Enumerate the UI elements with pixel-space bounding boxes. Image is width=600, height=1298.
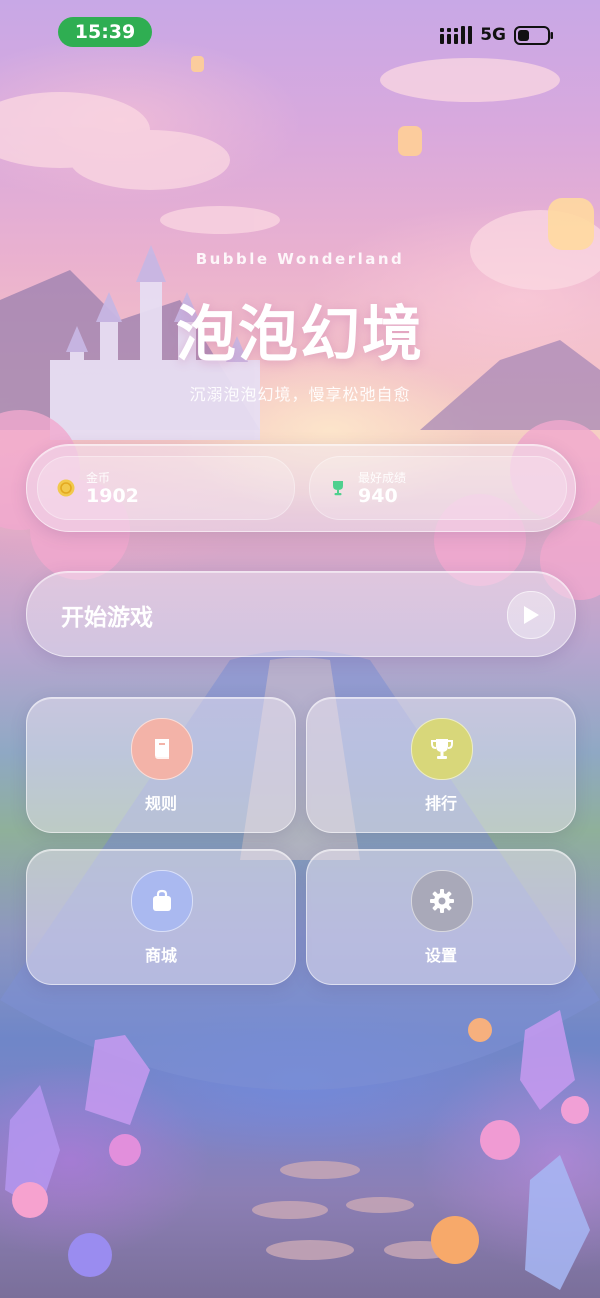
stats-panel: 金币 1902 最好成绩 940: [26, 444, 576, 532]
shopping-bag-icon: [153, 889, 171, 911]
gear-icon: [430, 889, 454, 913]
coin-icon: [57, 479, 75, 497]
shop-icon-badge: [131, 870, 193, 932]
shop-label: 商城: [144, 946, 177, 965]
settings-icon-badge: [411, 870, 473, 932]
best-score-label: 最好成绩: [358, 471, 407, 485]
status-time: 15:39: [58, 17, 152, 47]
best-score-stat: 最好成绩 940: [309, 456, 567, 520]
start-game-label: 开始游戏: [61, 605, 153, 631]
coins-stat: 金币 1902: [37, 456, 295, 520]
trophy-icon: [431, 739, 453, 759]
play-button[interactable]: [507, 591, 555, 639]
rules-label: 规则: [144, 794, 177, 813]
leaderboard-button[interactable]: 排行: [306, 697, 576, 833]
signal-bars-icon: [440, 26, 473, 44]
rules-button[interactable]: 规则: [26, 697, 296, 833]
leaderboard-icon-badge: [411, 718, 473, 780]
status-indicators: 5G: [440, 22, 554, 48]
subtitle-english: Bubble Wonderland: [195, 250, 405, 268]
network-type: 5G: [480, 25, 506, 45]
start-game-button[interactable]: 开始游戏: [26, 571, 576, 657]
play-icon: [524, 606, 539, 624]
coins-value: 1902: [86, 485, 139, 507]
best-score-value: 940: [358, 485, 398, 507]
page-title: 泡泡幻境: [176, 300, 424, 370]
stepping-stones: [252, 1161, 456, 1260]
coins-label: 金币: [86, 471, 111, 485]
battery-icon: [514, 25, 553, 45]
trophy-icon: [333, 481, 343, 496]
tagline: 沉溺泡泡幻境，慢享松弛自愈: [189, 385, 411, 404]
book-icon: [155, 739, 169, 759]
leaderboard-label: 排行: [424, 794, 457, 813]
shop-button[interactable]: 商城: [26, 849, 296, 985]
settings-label: 设置: [424, 946, 457, 965]
rules-icon-badge: [131, 718, 193, 780]
settings-button[interactable]: 设置: [306, 849, 576, 985]
